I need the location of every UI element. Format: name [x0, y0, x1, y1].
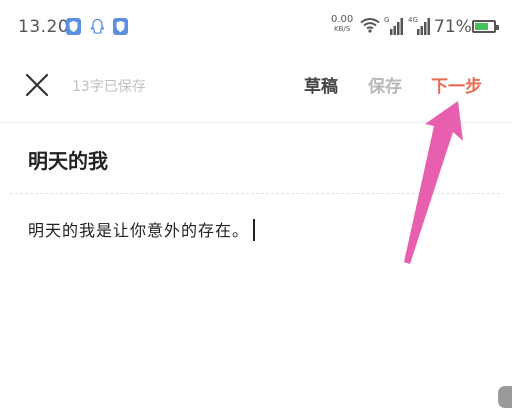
- network-speed-value: 0.00: [331, 14, 354, 25]
- toolbar-divider: [0, 122, 512, 123]
- clock: 13.20: [18, 17, 70, 37]
- status-bar: 13.20 0.00 KB/S G 4G 71%: [0, 0, 512, 56]
- title-body-divider: [10, 193, 500, 194]
- network-speed-unit: KB/S: [334, 25, 351, 33]
- save-button[interactable]: 保存: [368, 72, 402, 97]
- signal2-label: 4G: [408, 16, 418, 24]
- draft-button[interactable]: 草稿: [304, 72, 338, 97]
- signal-icon-sim1: G: [384, 15, 404, 41]
- close-button[interactable]: [22, 70, 52, 100]
- article-body-text: 明天的我是让你意外的存在。: [28, 221, 250, 240]
- close-icon: [25, 73, 49, 97]
- pink-arrow-annotation: [404, 101, 463, 264]
- editor-toolbar: 13字已保存 草稿 保存 下一步: [0, 56, 512, 116]
- battery-percent: 71%: [434, 17, 472, 37]
- autosave-status: 13字已保存: [72, 79, 146, 95]
- shield-notification-icon: [66, 18, 81, 35]
- scroll-handle[interactable]: [498, 386, 512, 408]
- signal-icon-sim2: 4G: [408, 15, 432, 41]
- network-speed: 0.00 KB/S: [331, 15, 353, 34]
- signal1-label: G: [384, 16, 389, 24]
- next-step-button[interactable]: 下一步: [431, 72, 482, 97]
- text-cursor: [253, 219, 256, 241]
- battery-icon: [472, 20, 499, 33]
- article-body-editor[interactable]: 明天的我是让你意外的存在。: [28, 217, 256, 241]
- security-app-icon: [113, 18, 128, 35]
- qq-notification-icon: [90, 18, 105, 35]
- article-title-input[interactable]: 明天的我: [28, 145, 108, 174]
- wifi-icon: [360, 17, 380, 37]
- battery-fill: [475, 23, 488, 30]
